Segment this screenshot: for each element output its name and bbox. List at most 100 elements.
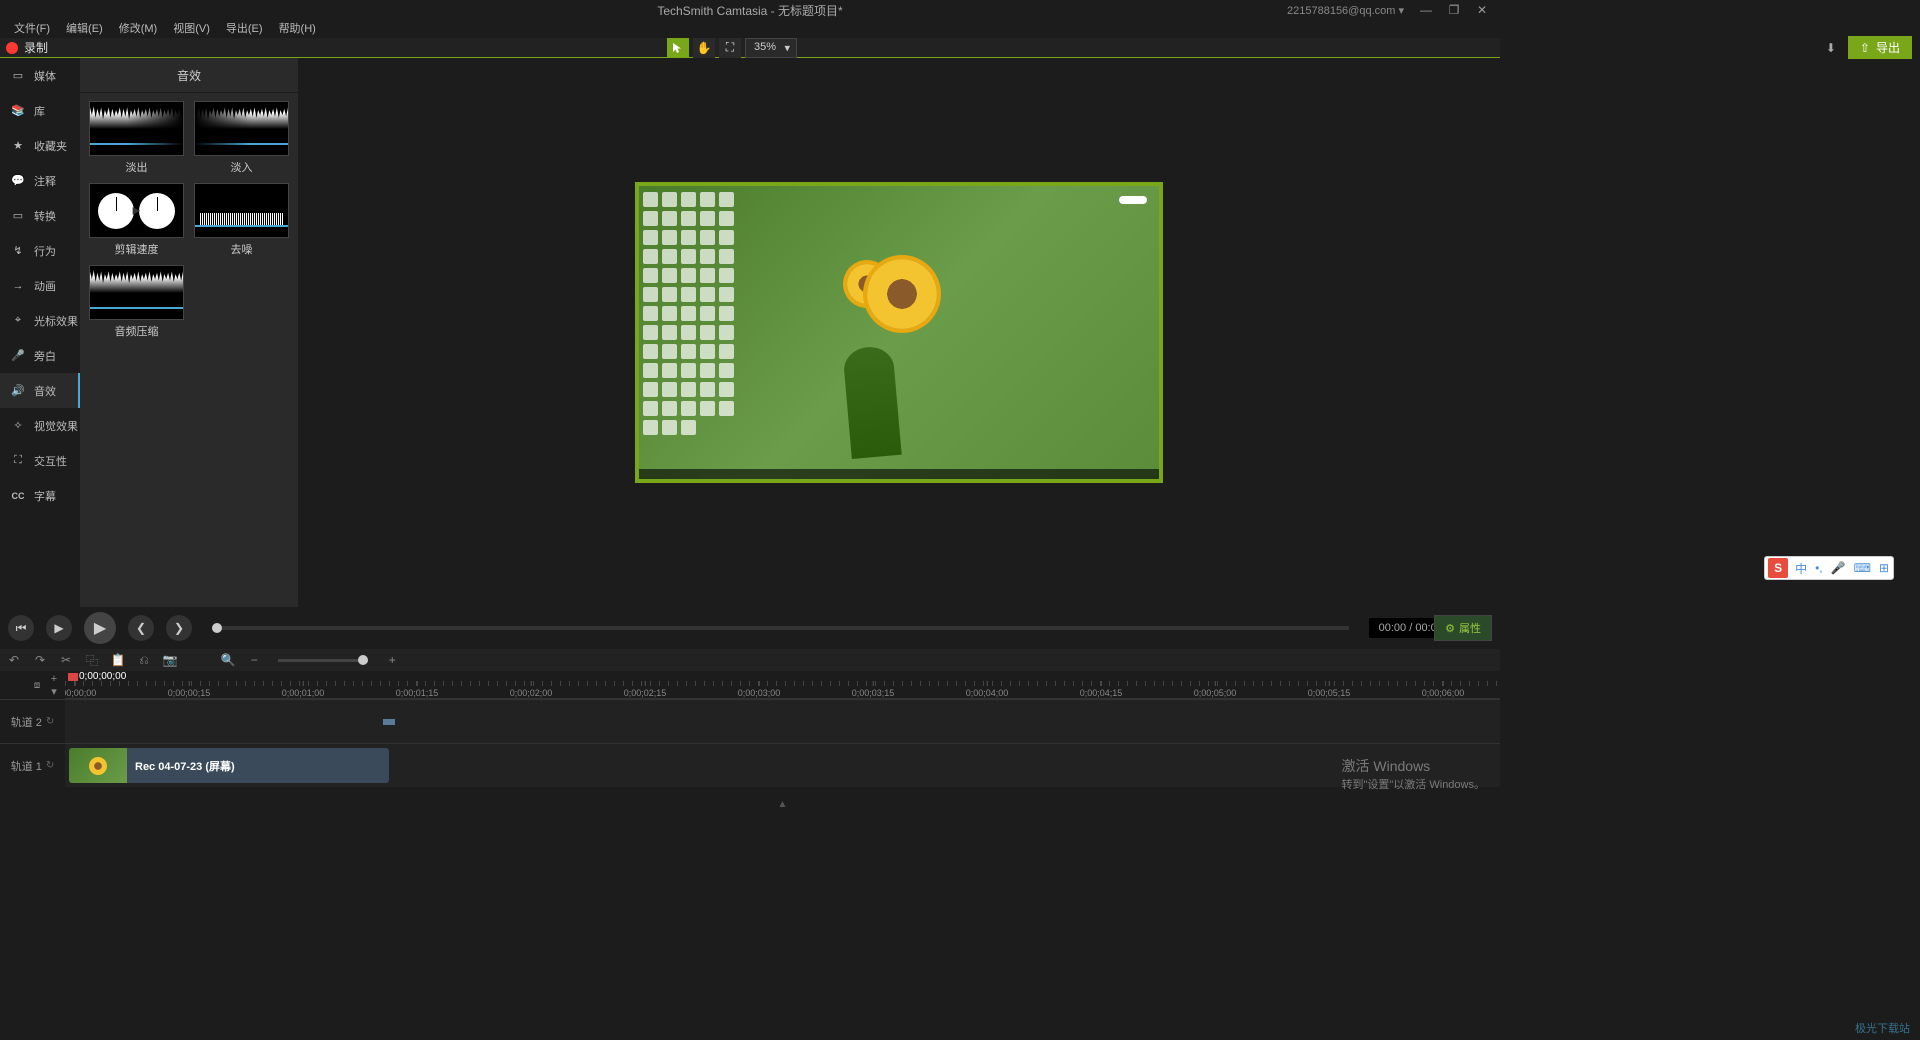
effect-fadein[interactable]: 淡入 <box>193 101 290 175</box>
sidebar-item-transitions[interactable]: ▭转换 <box>0 198 80 233</box>
redo-button[interactable]: ↷ <box>32 652 48 668</box>
menu-view[interactable]: 视图(V) <box>165 20 218 38</box>
zoom-in-button[interactable]: + <box>384 652 400 668</box>
ime-grid-icon[interactable]: ⊞ <box>1875 561 1893 575</box>
playback-slider[interactable] <box>212 626 1349 630</box>
menu-edit[interactable]: 编辑(E) <box>58 20 111 38</box>
site-logo: 极光下载站 <box>1855 1020 1910 1036</box>
menu-modify[interactable]: 修改(M) <box>111 20 166 38</box>
step-back-button[interactable]: ▶ <box>46 615 72 641</box>
behavior-icon: ↯ <box>10 244 26 257</box>
title-bar: TechSmith Camtasia - 无标题项目* 2215788156@q… <box>0 0 1500 20</box>
timeline-toolbar: ↶ ↷ ✂ ⿻ 📋 ⎌ 📷 🔍 − + <box>0 649 1500 671</box>
effect-compress[interactable]: 音频压缩 <box>88 265 185 339</box>
menu-file[interactable]: 文件(F) <box>6 20 58 38</box>
track-1-label[interactable]: 轨道 1↻ <box>0 743 65 787</box>
track-1-row[interactable]: Rec 04-07-23 (屏幕) <box>65 743 1500 787</box>
gear-icon: ⚙ <box>1445 622 1455 635</box>
sidebar-item-annotations[interactable]: 💬注释 <box>0 163 80 198</box>
add-track-button[interactable]: + <box>47 673 61 685</box>
search-icon[interactable]: 🔍 <box>220 652 236 668</box>
media-icon: ▭ <box>10 69 26 82</box>
play-button[interactable]: ▶ <box>84 612 116 644</box>
sidebar-item-cc[interactable]: CC字幕 <box>0 478 80 513</box>
sunflower-image <box>847 259 957 369</box>
sidebar-item-library[interactable]: 📚库 <box>0 93 80 128</box>
ime-keyboard-icon[interactable]: ⌨ <box>1850 561 1875 575</box>
transition-icon: ▭ <box>10 209 26 222</box>
download-button[interactable]: ⬇ <box>1822 39 1840 57</box>
annotation-icon: 💬 <box>10 174 26 187</box>
star-icon: ★ <box>10 139 26 152</box>
close-icon[interactable]: ✕ <box>1476 4 1488 16</box>
sidebar-item-cursor[interactable]: ⌖光标效果 <box>0 303 80 338</box>
next-frame-button[interactable]: ❯ <box>166 615 192 641</box>
cc-icon: CC <box>10 491 26 501</box>
clip-item[interactable]: Rec 04-07-23 (屏幕) <box>69 748 389 783</box>
properties-button[interactable]: ⚙属性 <box>1434 615 1492 641</box>
step-fwd-button[interactable]: ❮ <box>128 615 154 641</box>
effect-denoise[interactable]: 去噪 <box>193 183 290 257</box>
menu-help[interactable]: 帮助(H) <box>271 20 324 38</box>
hand-tool[interactable]: ✋ <box>693 38 715 58</box>
timeline: ⧈ + ▾ 轨道 2↻ 轨道 1↻ 0;00;00;00 0;00;00;00 … <box>0 671 1500 812</box>
record-bar: 录制 ✋ ⛶ 35%▾ ⬇ ⇧导出 <box>0 38 1500 58</box>
library-icon: 📚 <box>10 104 26 117</box>
prev-frame-button[interactable]: ⏮ <box>8 615 34 641</box>
timeline-ruler[interactable]: 0;00;00;00 0;00;00;00 0;00;00;15 0;00;01… <box>65 671 1500 699</box>
sidebar-item-narration[interactable]: 🎤旁白 <box>0 338 80 373</box>
zoom-slider[interactable] <box>278 659 368 662</box>
panel-title: 音效 <box>80 58 298 93</box>
crop-tool[interactable]: ⛶ <box>719 38 741 58</box>
camera-button[interactable]: 📷 <box>162 652 178 668</box>
ime-lang[interactable]: 中 <box>1791 560 1811 577</box>
desktop-icons <box>643 192 736 435</box>
canvas-area[interactable] <box>298 58 1500 607</box>
ime-mic-icon[interactable]: 🎤 <box>1827 561 1850 575</box>
scroll-handle[interactable]: ▲ <box>778 799 788 810</box>
minimize-icon[interactable]: — <box>1420 4 1432 16</box>
speaker-icon: 🔊 <box>10 384 26 397</box>
effect-clipspeed[interactable]: ▶ 剪辑速度 <box>88 183 185 257</box>
cut-button[interactable]: ✂ <box>58 652 74 668</box>
ime-toolbar[interactable]: S 中 •, 🎤 ⌨ ⊞ <box>1764 556 1894 580</box>
account-email[interactable]: 2215788156@qq.com ▾ <box>1287 4 1404 17</box>
sidebar-item-interactive[interactable]: ⛶交互性 <box>0 443 80 478</box>
magnet-icon[interactable]: ⧈ <box>29 677 45 693</box>
cursor-icon: ⌖ <box>10 314 26 327</box>
mic-icon: 🎤 <box>10 349 26 362</box>
paste-button[interactable]: 📋 <box>110 652 126 668</box>
sidebar-item-favorites[interactable]: ★收藏夹 <box>0 128 80 163</box>
export-button[interactable]: ⇧导出 <box>1848 36 1912 59</box>
preview-taskbar <box>639 469 1159 479</box>
menu-export[interactable]: 导出(E) <box>218 20 271 38</box>
record-button[interactable]: 录制 <box>6 39 48 56</box>
playback-bar: ⏮ ▶ ▶ ❮ ❯ 00:00 / 00:05 30 fps ⚙属性 <box>0 607 1500 649</box>
sidebar-item-media[interactable]: ▭媒体 <box>0 58 80 93</box>
menu-bar: 文件(F) 编辑(E) 修改(M) 视图(V) 导出(E) 帮助(H) <box>0 20 1500 38</box>
effect-fadeout[interactable]: 淡出 <box>88 101 185 175</box>
clip-thumbnail <box>69 748 127 783</box>
zoom-out-button[interactable]: − <box>246 652 262 668</box>
zoom-select[interactable]: 35%▾ <box>745 38 797 58</box>
maximize-icon[interactable]: ❐ <box>1448 4 1460 16</box>
sidebar: ▭媒体 📚库 ★收藏夹 💬注释 ▭转换 ↯行为 →动画 ⌖光标效果 🎤旁白 🔊音… <box>0 58 80 607</box>
copy-button[interactable]: ⿻ <box>84 652 100 668</box>
collapse-tracks-button[interactable]: ▾ <box>47 685 61 697</box>
undo-button[interactable]: ↶ <box>6 652 22 668</box>
sidebar-item-animations[interactable]: →动画 <box>0 268 80 303</box>
cursor-tool[interactable] <box>667 38 689 58</box>
preview-frame[interactable] <box>639 186 1159 479</box>
chevron-down-icon: ▾ <box>785 41 791 54</box>
wand-icon: ✧ <box>10 419 26 432</box>
track-2-row[interactable] <box>65 699 1500 743</box>
record-label: 录制 <box>24 39 48 56</box>
track-2-label[interactable]: 轨道 2↻ <box>0 699 65 743</box>
sidebar-item-audio[interactable]: 🔊音效 <box>0 373 80 408</box>
clip-name: Rec 04-07-23 (屏幕) <box>127 758 235 774</box>
sidebar-item-behaviors[interactable]: ↯行为 <box>0 233 80 268</box>
ime-punct-icon[interactable]: •, <box>1811 561 1827 575</box>
sidebar-item-visual[interactable]: ✧视觉效果 <box>0 408 80 443</box>
split-button[interactable]: ⎌ <box>136 652 152 668</box>
playhead-marker[interactable] <box>68 673 78 681</box>
